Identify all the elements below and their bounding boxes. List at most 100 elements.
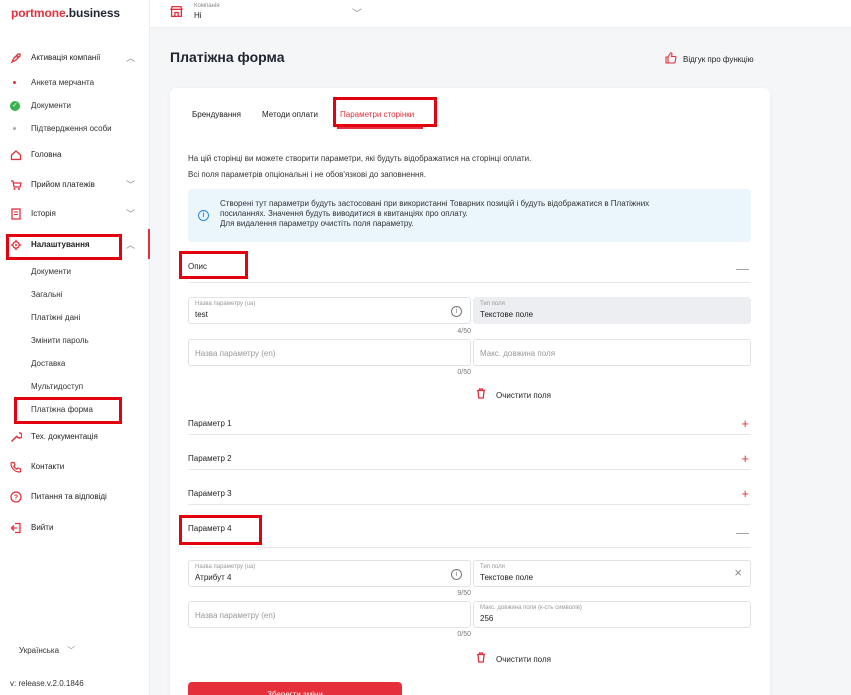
highlight-box — [179, 515, 262, 545]
nav-settings-documents[interactable]: Документи — [31, 263, 141, 281]
field-placeholder: Назва параметру (en) — [195, 349, 276, 358]
tab-branding[interactable]: Брендування — [192, 110, 241, 119]
nav-contacts-label: Контакти — [31, 462, 65, 471]
param-name-en-field[interactable]: Назва параметру (en) — [188, 339, 471, 366]
clear-fields-label: Очистити поля — [496, 654, 551, 664]
nav-history[interactable]: Історія ﹀ — [0, 202, 150, 226]
history-icon — [10, 207, 22, 221]
company-selector[interactable]: Hi — [194, 11, 202, 20]
nav-faq-label: Питання та відповіді — [31, 492, 107, 501]
section-description-header[interactable]: Опис — — [188, 255, 751, 283]
section-param-3-header[interactable]: Параметр 3 + — [188, 483, 751, 505]
nav-logout-label: Вийти — [31, 523, 54, 532]
thumbs-up-icon — [665, 52, 677, 67]
collapse-icon[interactable]: — — [736, 518, 749, 548]
nav-identity-verification-label: Підтвердження особи — [31, 124, 112, 133]
description-line: На цій сторінці ви можете створити парам… — [188, 154, 532, 163]
info-banner: i Створені тут параметри будуть застосов… — [188, 189, 751, 242]
field-caption: Тип поля — [480, 564, 505, 570]
expand-icon[interactable]: + — [741, 413, 749, 435]
info-icon[interactable]: i — [451, 569, 462, 580]
section-param-4-header[interactable]: Параметр 4 — — [188, 518, 751, 548]
close-icon[interactable]: × — [734, 565, 742, 580]
field-caption: Назва параметру (ua) — [195, 301, 256, 307]
nav-activation-documents-label: Документи — [31, 101, 71, 110]
section-param-2-header[interactable]: Параметр 2 + — [188, 448, 751, 470]
param4-type-select[interactable]: Тип поля Текстове поле × — [473, 560, 751, 587]
param4-name-ua-field[interactable]: Назва параметру (ua) Атрибут 4 i — [188, 560, 471, 587]
store-icon — [170, 5, 183, 18]
nav-settings-delivery[interactable]: Доставка — [31, 355, 141, 373]
active-indicator — [148, 229, 150, 259]
highlight-box — [6, 234, 122, 260]
nav-payments-label: Прийом платежів — [31, 180, 95, 189]
field-type-select[interactable]: Тип поля Текстове поле — [473, 297, 751, 324]
clear-fields-label: Очистити поля — [496, 390, 551, 400]
expand-icon[interactable]: + — [741, 448, 749, 470]
company-caption: Компанія — [194, 3, 220, 9]
nav-activation[interactable]: Активація компанії ︿ — [0, 46, 150, 70]
nav-settings-payment-data[interactable]: Платіжні дані — [31, 309, 141, 327]
nav-techdocs-label: Тех. документація — [31, 432, 98, 441]
nav-home[interactable]: Головна — [0, 143, 150, 167]
sidebar: portmone.business Активація компанії ︿ А… — [0, 0, 150, 695]
field-value: Текстове поле — [480, 310, 534, 319]
tab-payment-methods[interactable]: Методи оплати — [262, 110, 318, 119]
param-name-ua-field[interactable]: Назва параметру (ua) test i — [188, 297, 471, 324]
field-value: 256 — [480, 614, 494, 623]
nav-identity-verification[interactable]: Підтвердження особи — [0, 120, 150, 138]
page-title: Платіжна форма — [170, 49, 285, 65]
field-caption: Макс. довжина поля (к-сть символів) — [480, 605, 582, 611]
save-button[interactable]: Зберегти зміни — [188, 682, 402, 695]
collapse-icon[interactable]: — — [736, 255, 749, 283]
cart-icon — [10, 178, 22, 192]
chevron-down-icon[interactable]: ﹀ — [352, 5, 362, 20]
info-text: Створені тут параметри будуть застосован… — [220, 199, 650, 208]
max-length-field[interactable]: Макс. довжина поля — [473, 339, 751, 366]
logo[interactable]: portmone.business — [11, 6, 120, 20]
logout-icon — [10, 521, 22, 535]
section-param-1-header[interactable]: Параметр 1 + — [188, 413, 751, 435]
chevron-up-icon: ︿ — [126, 240, 136, 250]
field-value: Атрибут 4 — [195, 573, 232, 582]
field-value: test — [195, 310, 208, 319]
char-counter: 0/50 — [457, 369, 471, 376]
clear-fields-button[interactable]: Очистити поля — [476, 652, 551, 666]
section-title: Параметр 1 — [188, 419, 232, 428]
nav-settings-multiaccess[interactable]: Мультидоступ — [31, 378, 141, 396]
feedback-button[interactable]: Відгук про функцію — [665, 52, 754, 67]
section-title: Параметр 3 — [188, 489, 232, 498]
nav-settings-general[interactable]: Загальні — [31, 286, 141, 304]
param4-max-length-field[interactable]: Макс. довжина поля (к-сть символів) 256 — [473, 601, 751, 628]
nav-payments[interactable]: Прийом платежів ﹀ — [0, 173, 150, 197]
char-counter: 9/50 — [457, 590, 471, 597]
dot-icon — [13, 81, 16, 84]
clear-fields-button[interactable]: Очистити поля — [476, 388, 551, 402]
nav-activation-documents[interactable]: ✓ Документи — [0, 97, 150, 115]
nav-history-label: Історія — [31, 209, 56, 218]
nav-techdocs[interactable]: Тех. документація — [0, 425, 150, 449]
trash-icon — [476, 388, 486, 402]
nav-logout[interactable]: Вийти — [0, 516, 150, 540]
field-caption: Назва параметру (ua) — [195, 564, 256, 570]
highlight-box — [179, 251, 248, 279]
info-icon[interactable]: i — [451, 306, 462, 317]
version-label: v: release.v.2.0.1846 — [10, 679, 84, 688]
param4-name-en-field[interactable]: Назва параметру (en) — [188, 601, 471, 628]
nav-faq[interactable]: ? Питання та відповіді — [0, 485, 150, 509]
nav-settings-change-password[interactable]: Змінити пароль — [31, 332, 141, 350]
feedback-label: Відгук про функцію — [683, 55, 754, 64]
field-value: Текстове поле — [480, 573, 534, 582]
description-line: Всі поля параметрів опціональні і не обо… — [188, 170, 426, 179]
language-selector[interactable]: Українська ﹀ — [19, 645, 75, 656]
logo-part1: portmone — [11, 6, 66, 20]
logo-part2: .business — [65, 6, 121, 20]
char-counter: 0/50 — [457, 631, 471, 638]
nav-contacts[interactable]: Контакти — [0, 455, 150, 479]
field-caption: Тип поля — [480, 301, 505, 307]
field-placeholder: Макс. довжина поля — [480, 349, 556, 358]
wrench-icon — [10, 430, 22, 444]
nav-merchant-form[interactable]: Анкета мерчанта — [0, 74, 150, 92]
expand-icon[interactable]: + — [741, 483, 749, 505]
section-title: Параметр 2 — [188, 454, 232, 463]
